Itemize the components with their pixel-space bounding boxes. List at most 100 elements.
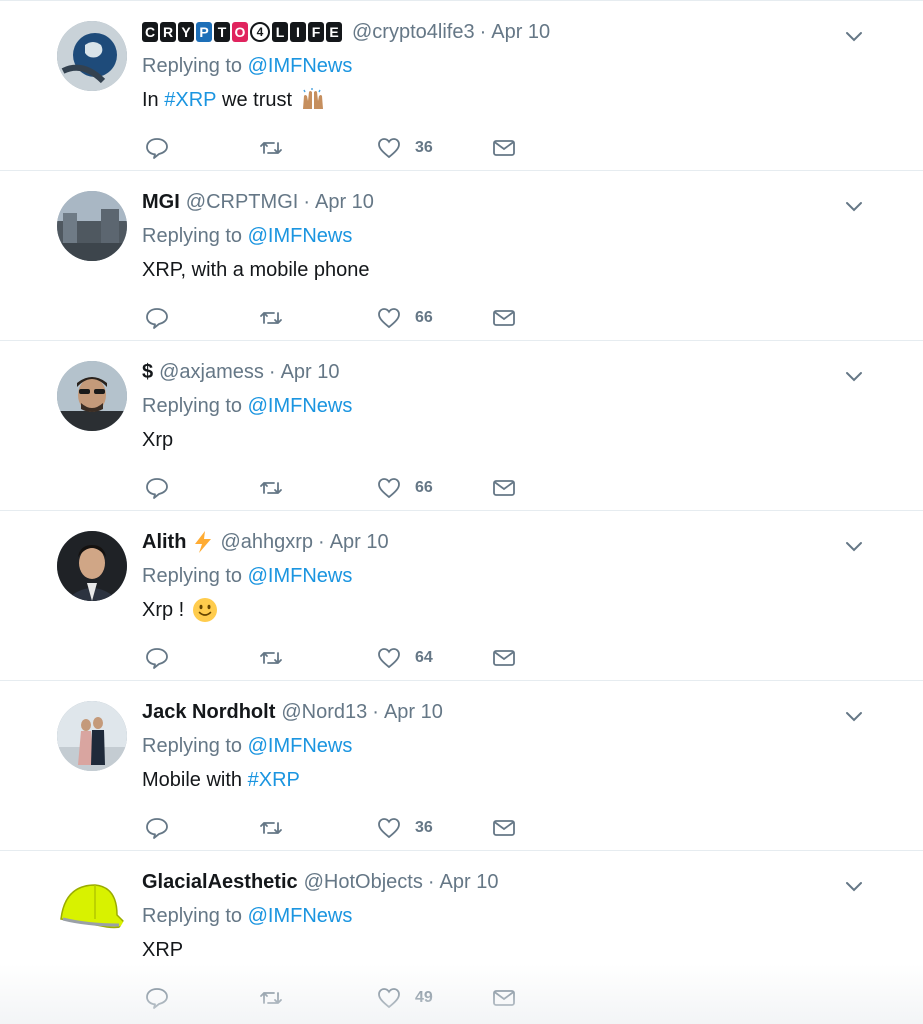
heart-icon bbox=[378, 308, 400, 329]
reply-icon bbox=[146, 138, 168, 159]
chevron-down-icon[interactable] bbox=[843, 195, 865, 217]
tweet-date[interactable]: Apr 10 bbox=[330, 527, 389, 557]
retweet-button[interactable] bbox=[259, 813, 283, 843]
tweet-text-part: Mobile with bbox=[142, 769, 248, 791]
reply-icon bbox=[146, 818, 168, 839]
retweet-button[interactable] bbox=[259, 983, 283, 1013]
like-button[interactable]: 36 bbox=[377, 133, 433, 163]
like-button[interactable]: 64 bbox=[377, 643, 433, 673]
user-handle[interactable]: @ahhgxrp bbox=[220, 527, 313, 557]
chevron-down-icon[interactable] bbox=[843, 535, 865, 557]
reply-button[interactable] bbox=[145, 473, 169, 503]
avatar[interactable] bbox=[57, 361, 127, 431]
replying-to-label: Replying to bbox=[142, 225, 243, 247]
direct-message-button[interactable] bbox=[492, 983, 516, 1013]
user-handle[interactable]: @Nord13 bbox=[281, 697, 367, 727]
tweet[interactable]: $ @axjamess · Apr 10 Replying to @IMFNew… bbox=[0, 341, 923, 511]
tweet[interactable]: CRYPTO4LIFE @crypto4life3 · Apr 10 Reply… bbox=[0, 1, 923, 171]
tweet-date[interactable]: Apr 10 bbox=[315, 187, 374, 217]
reply-button[interactable] bbox=[145, 643, 169, 673]
chevron-down-icon[interactable] bbox=[843, 705, 865, 727]
reply-icon bbox=[146, 988, 168, 1009]
tweet-text-part: Xrp ! bbox=[142, 599, 185, 621]
direct-message-button[interactable] bbox=[492, 133, 516, 163]
retweet-button[interactable] bbox=[259, 303, 283, 333]
heart-icon bbox=[378, 648, 400, 669]
tweet[interactable]: Jack Nordholt @Nord13 · Apr 10 Replying … bbox=[0, 681, 923, 851]
retweet-button[interactable] bbox=[259, 643, 283, 673]
like-count: 36 bbox=[415, 819, 433, 836]
replying-to-line: Replying to @IMFNews bbox=[142, 561, 863, 591]
reply-button[interactable] bbox=[145, 133, 169, 163]
man-suit-avatar-icon bbox=[57, 531, 127, 601]
avatar[interactable] bbox=[57, 191, 127, 261]
tweet-date[interactable]: Apr 10 bbox=[440, 867, 499, 897]
chevron-down-icon[interactable] bbox=[843, 875, 865, 897]
reply-mention-link[interactable]: @IMFNews bbox=[248, 565, 353, 587]
retweet-button[interactable] bbox=[259, 473, 283, 503]
reply-mention-link[interactable]: @IMFNews bbox=[248, 225, 353, 247]
reply-mention-link[interactable]: @IMFNews bbox=[248, 395, 353, 417]
user-handle[interactable]: @axjamess bbox=[159, 357, 264, 387]
direct-message-button[interactable] bbox=[492, 473, 516, 503]
replying-to-line: Replying to @IMFNews bbox=[142, 221, 863, 251]
retweet-icon bbox=[260, 992, 282, 1004]
retweet-icon bbox=[260, 822, 282, 834]
display-name[interactable]: GlacialAesthetic bbox=[142, 867, 298, 897]
reply-button[interactable] bbox=[145, 813, 169, 843]
tweet-date[interactable]: Apr 10 bbox=[281, 357, 340, 387]
hashtag-link[interactable]: #XRP bbox=[164, 85, 216, 115]
like-count: 49 bbox=[415, 989, 433, 1006]
like-count: 66 bbox=[415, 309, 433, 326]
reply-mention-link[interactable]: @IMFNews bbox=[248, 905, 353, 927]
chevron-down-icon[interactable] bbox=[843, 365, 865, 387]
tweet-actions: 66 bbox=[145, 473, 525, 503]
like-button[interactable]: 49 bbox=[377, 983, 433, 1013]
yellow-cap-avatar-icon bbox=[57, 871, 127, 941]
tweet-date[interactable]: Apr 10 bbox=[384, 697, 443, 727]
separator-dot: · bbox=[372, 701, 379, 723]
hashtag-link[interactable]: #XRP bbox=[248, 765, 300, 795]
avatar[interactable] bbox=[57, 21, 127, 91]
city-street-avatar-icon bbox=[57, 191, 127, 261]
reply-button[interactable] bbox=[145, 303, 169, 333]
avatar[interactable] bbox=[57, 871, 127, 941]
avatar[interactable] bbox=[57, 531, 127, 601]
replying-to-label: Replying to bbox=[142, 735, 243, 757]
replying-to-line: Replying to @IMFNews bbox=[142, 51, 863, 81]
display-name[interactable]: Alith bbox=[142, 527, 186, 557]
reply-mention-link[interactable]: @IMFNews bbox=[248, 55, 353, 77]
reply-icon bbox=[146, 308, 168, 329]
reply-button[interactable] bbox=[145, 983, 169, 1013]
tweet-text: Xrp bbox=[142, 429, 174, 451]
raised-hands-emoji-icon bbox=[303, 88, 324, 109]
chevron-down-icon[interactable] bbox=[843, 25, 865, 47]
display-name[interactable]: $ bbox=[142, 357, 153, 387]
user-handle[interactable]: @HotObjects bbox=[304, 867, 423, 897]
tweet[interactable]: Alith @ahhgxrp · Apr 10 Replying to @IMF… bbox=[0, 511, 923, 681]
user-handle[interactable]: @crypto4life3 bbox=[352, 17, 475, 47]
like-button[interactable]: 66 bbox=[377, 303, 433, 333]
like-count: 66 bbox=[415, 479, 433, 496]
tweet-date[interactable]: Apr 10 bbox=[491, 17, 550, 47]
tweet-actions: 49 bbox=[145, 983, 525, 1013]
replying-to-label: Replying to bbox=[142, 55, 243, 77]
like-button[interactable]: 66 bbox=[377, 473, 433, 503]
tweet-actions: 36 bbox=[145, 133, 525, 163]
user-handle[interactable]: @CRPTMGI bbox=[186, 187, 299, 217]
tweet[interactable]: MGI @CRPTMGI · Apr 10 Replying to @IMFNe… bbox=[0, 171, 923, 341]
direct-message-button[interactable] bbox=[492, 303, 516, 333]
tweet[interactable]: GlacialAesthetic @HotObjects · Apr 10 Re… bbox=[0, 851, 923, 1021]
display-name[interactable]: MGI bbox=[142, 187, 180, 217]
display-name[interactable]: Jack Nordholt bbox=[142, 697, 275, 727]
replying-to-line: Replying to @IMFNews bbox=[142, 391, 863, 421]
heart-icon bbox=[378, 478, 400, 499]
reply-mention-link[interactable]: @IMFNews bbox=[248, 735, 353, 757]
like-button[interactable]: 36 bbox=[377, 813, 433, 843]
avatar[interactable] bbox=[57, 701, 127, 771]
tweet-text: Mobile with #XRP bbox=[142, 765, 863, 795]
replying-to-label: Replying to bbox=[142, 565, 243, 587]
direct-message-button[interactable] bbox=[492, 643, 516, 673]
retweet-button[interactable] bbox=[259, 133, 283, 163]
direct-message-button[interactable] bbox=[492, 813, 516, 843]
